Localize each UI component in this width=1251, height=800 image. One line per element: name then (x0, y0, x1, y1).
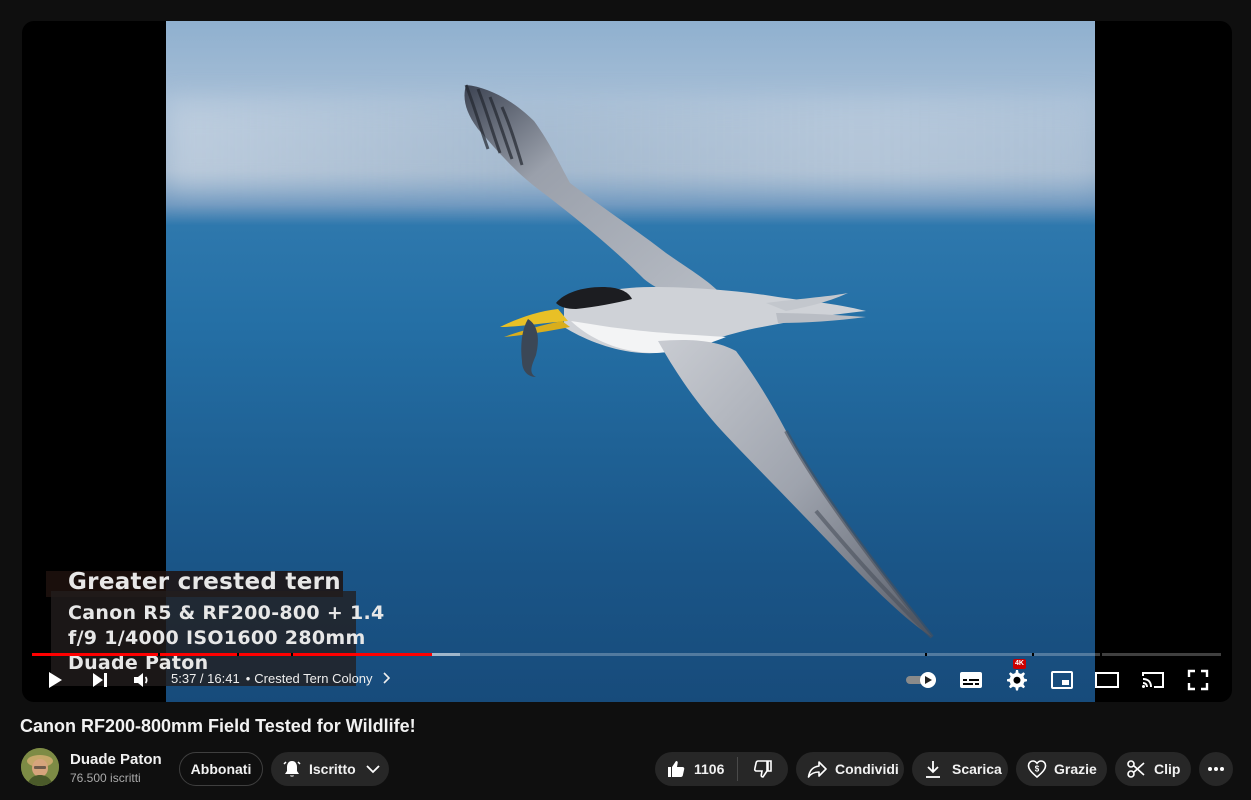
chapter-marker (291, 653, 293, 656)
miniplayer-icon (1051, 671, 1073, 689)
next-icon (93, 673, 107, 687)
theater-icon (1095, 672, 1119, 688)
clip-button[interactable]: Clip (1115, 752, 1191, 786)
caption-line-settings: f/9 1/4000 ISO1600 280mm (68, 627, 366, 649)
chapter-separator: • (245, 671, 251, 686)
miniplayer-button[interactable] (1047, 662, 1077, 698)
caption-line-camera: Canon R5 & RF200-800 + 1.4 (68, 602, 385, 624)
play-button[interactable] (40, 662, 70, 698)
more-horizontal-icon (1208, 767, 1224, 771)
more-actions-button[interactable] (1199, 752, 1233, 786)
share-label: Condividi (835, 761, 899, 777)
chapter-title[interactable]: Crested Tern Colony (254, 671, 372, 686)
like-dislike-group: 1106 (655, 752, 788, 786)
like-count: 1106 (694, 761, 725, 777)
bell-icon (283, 761, 301, 777)
settings-button[interactable]: 4K (1002, 659, 1032, 698)
time-display: 5:37 / 16:41 • Crested Tern Colony (171, 671, 391, 686)
dislike-button[interactable] (738, 752, 788, 786)
chevron-right-icon[interactable] (379, 671, 391, 686)
heart-dollar-icon: $ (1027, 760, 1047, 779)
autoplay-toggle[interactable] (904, 662, 940, 698)
clip-label: Clip (1154, 761, 1181, 777)
fullscreen-button[interactable] (1183, 662, 1213, 698)
cast-button[interactable] (1138, 662, 1168, 698)
thumbs-down-icon (753, 760, 772, 778)
svg-text:$: $ (1035, 765, 1040, 774)
time-separator: / (196, 671, 208, 686)
video-title: Canon RF200-800mm Field Tested for Wildl… (20, 716, 416, 736)
video-player[interactable]: Greater crested tern Canon R5 & RF200-80… (22, 21, 1232, 702)
chapter-marker (925, 653, 927, 656)
download-label: Scarica (952, 761, 1002, 777)
chapter-marker (1032, 653, 1034, 656)
subtitles-icon (960, 672, 982, 688)
join-label: Abbonati (190, 761, 252, 777)
fullscreen-icon (1187, 669, 1209, 691)
download-icon (926, 761, 940, 778)
chapter-marker (1100, 653, 1102, 656)
thumbs-up-icon (668, 761, 685, 777)
player-controls: 5:37 / 16:41 • Crested Tern Colony 4K (22, 659, 1232, 698)
subscriber-count: 76.500 iscritti (70, 771, 141, 785)
play-icon (49, 672, 62, 688)
download-button[interactable]: Scarica (912, 752, 1008, 786)
current-time: 5:37 (171, 671, 197, 686)
next-button[interactable] (85, 662, 115, 698)
thanks-button[interactable]: $ Grazie (1016, 752, 1107, 786)
settings-icon (1007, 670, 1027, 691)
duration: 16:41 (207, 671, 240, 686)
chapter-marker (158, 653, 160, 656)
chevron-down-icon (366, 765, 380, 774)
theater-mode-button[interactable] (1092, 662, 1122, 698)
channel-avatar[interactable] (21, 748, 59, 786)
join-button[interactable]: Abbonati (179, 752, 263, 786)
scissors-icon (1127, 760, 1145, 778)
progress-bar[interactable] (32, 653, 1221, 656)
progress-played (32, 653, 433, 656)
thanks-label: Grazie (1054, 761, 1097, 777)
channel-name[interactable]: Duade Paton (70, 751, 162, 768)
quality-badge: 4K (1013, 659, 1026, 669)
volume-button[interactable] (127, 662, 157, 698)
chapter-marker (237, 653, 239, 656)
share-icon (807, 761, 827, 778)
cast-icon (1142, 672, 1164, 688)
share-button[interactable]: Condividi (796, 752, 904, 786)
subscribed-label: Iscritto (309, 761, 356, 777)
like-button[interactable]: 1106 (655, 752, 737, 786)
volume-icon (134, 673, 148, 687)
subscribed-button[interactable]: Iscritto (271, 752, 389, 786)
subtitles-button[interactable] (956, 662, 986, 698)
